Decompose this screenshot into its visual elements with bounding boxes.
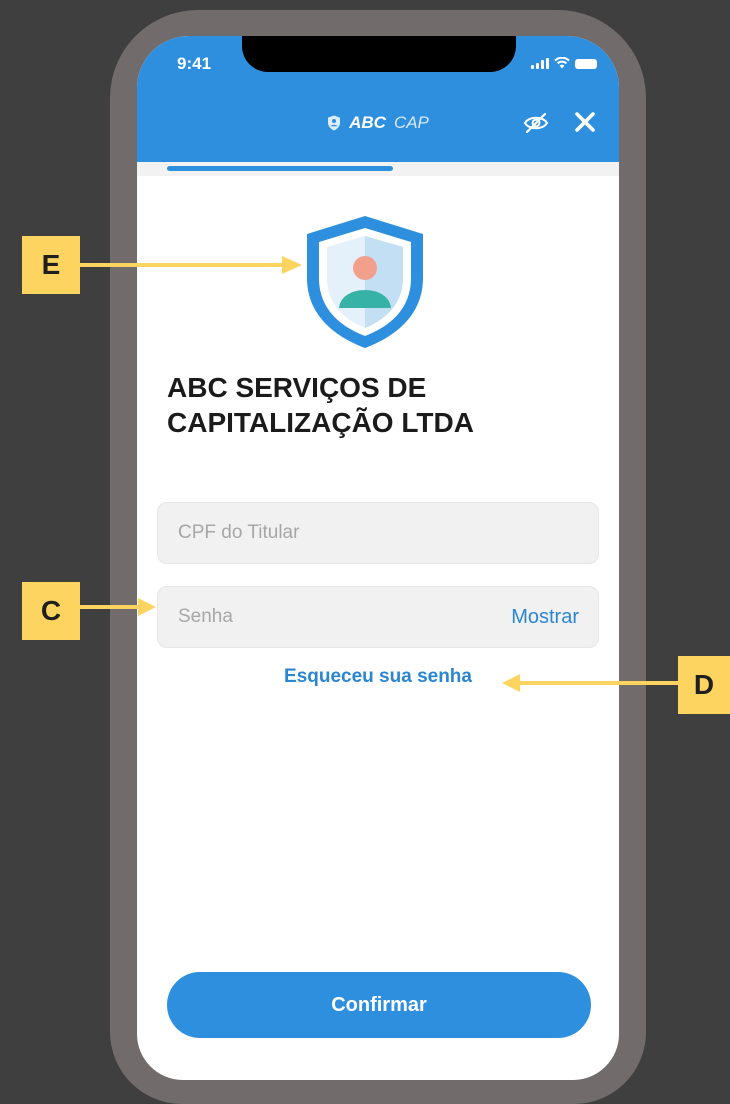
phone-screen: 9:41 ABC CAP ABC SERVIÇOS DE CAPITALIZAÇ… — [137, 36, 619, 1080]
password-field[interactable]: Mostrar — [157, 586, 599, 648]
callout-c-arrow — [80, 598, 156, 616]
signal-icon — [531, 58, 549, 69]
close-icon[interactable] — [573, 110, 597, 134]
cpf-field[interactable] — [157, 502, 599, 564]
show-password-button[interactable]: Mostrar — [511, 606, 579, 629]
eye-off-icon[interactable] — [523, 112, 549, 134]
brand-name: ABC — [349, 113, 386, 132]
phone-notch — [242, 36, 516, 72]
cpf-input[interactable] — [178, 503, 478, 563]
callout-d-arrow — [502, 674, 678, 692]
brand-shield-icon — [328, 115, 341, 131]
callout-c: C — [22, 582, 80, 640]
shield-user-icon — [307, 216, 423, 348]
status-icons — [531, 57, 597, 69]
progress-bar — [137, 162, 619, 176]
brand-suffix: CAP — [393, 113, 429, 132]
status-time: 9:41 — [177, 54, 212, 73]
progress-fill — [167, 166, 393, 171]
confirm-button[interactable]: Confirmar — [167, 972, 591, 1038]
org-name: ABC SERVIÇOS DE CAPITALIZAÇÃO LTDA — [167, 372, 474, 438]
wifi-icon — [554, 57, 570, 69]
battery-icon — [575, 59, 597, 69]
callout-e-arrow — [80, 256, 302, 274]
callout-d: D — [678, 656, 730, 714]
callout-e: E — [22, 236, 80, 294]
app-header: 9:41 ABC CAP — [137, 36, 619, 162]
password-input[interactable] — [178, 587, 478, 647]
